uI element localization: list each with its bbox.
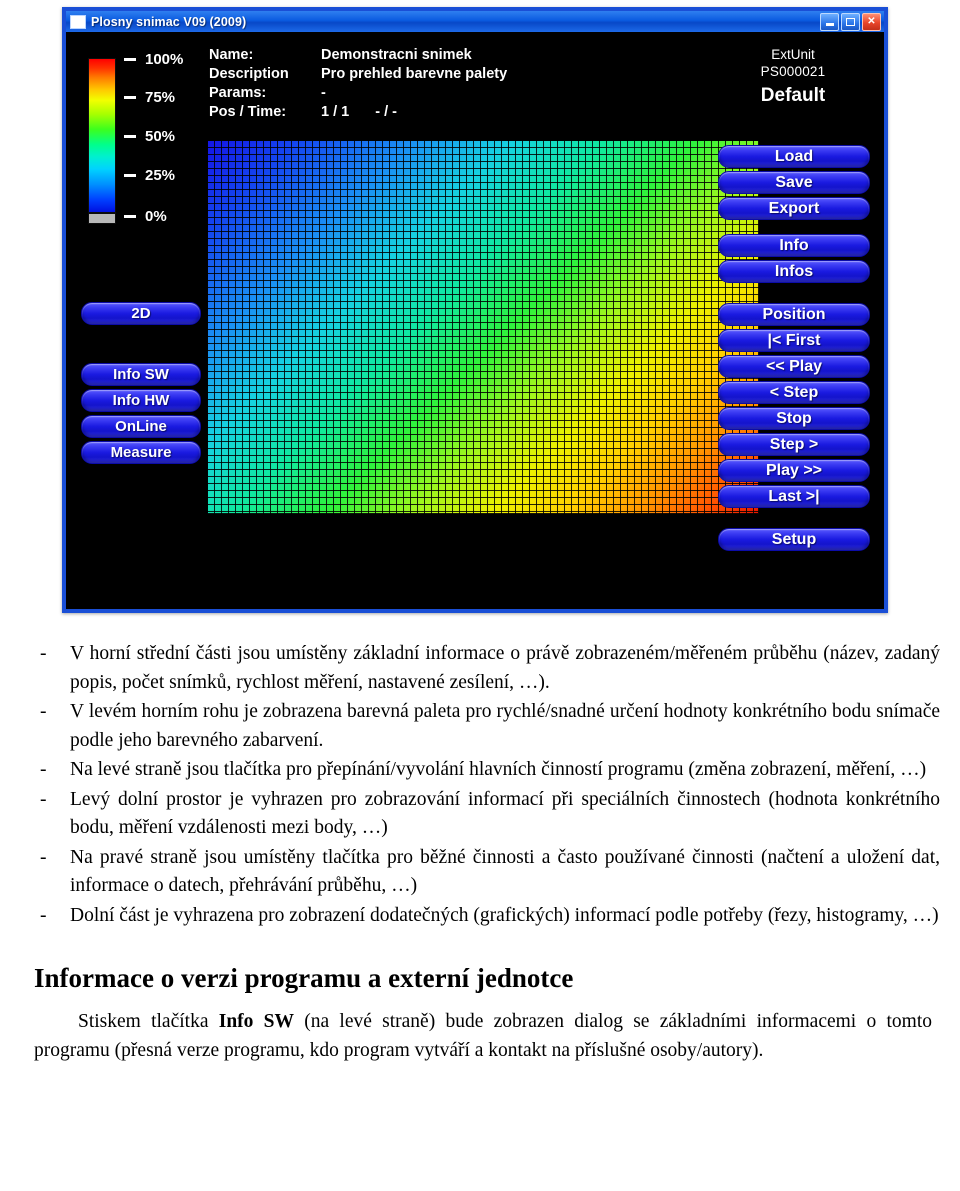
tick-dash-icon [124, 214, 136, 218]
button-last[interactable]: Last >| [718, 485, 870, 508]
palette-tick-0: 0% [124, 207, 167, 225]
tick-dash-icon [124, 95, 136, 99]
info-label-description: Description [209, 66, 289, 82]
info-row-name: Name: Demonstracni snimek [209, 46, 507, 65]
button-step-forward[interactable]: Step > [718, 433, 870, 456]
info-row-pos-time: Pos / Time: 1 / 1 - / - [209, 103, 507, 122]
tick-dash-icon [124, 134, 136, 138]
right-button-panel: Load Save Export Info Infos Position |< … [718, 145, 870, 554]
button-position[interactable]: Position [718, 303, 870, 326]
document-text: - V horní střední části jsou umístěny zá… [0, 640, 960, 1065]
palette-tick-label: 100% [145, 50, 184, 68]
button-export[interactable]: Export [718, 197, 870, 220]
list-item: - V horní střední části jsou umístěny zá… [20, 640, 940, 697]
button-infos[interactable]: Infos [718, 260, 870, 283]
minimize-button[interactable] [820, 13, 839, 31]
button-info[interactable]: Info [718, 234, 870, 257]
bullet-dash: - [40, 701, 47, 722]
bullet-dash: - [40, 788, 47, 810]
list-item-text: Levý dolní prostor je vyhrazen pro zobra… [70, 788, 940, 839]
list-item-text: V levém horním rohu je zobrazena barevná… [70, 701, 940, 751]
list-item-text: V horní střední části jsou umístěny zákl… [70, 643, 940, 693]
list-item: - Levý dolní prostor je vyhrazen pro zob… [20, 786, 940, 843]
window-controls: ✕ [820, 13, 881, 31]
paragraph-part-1: Stiskem tlačítka [78, 1011, 219, 1032]
button-save[interactable]: Save [718, 171, 870, 194]
ext-unit-label: ExtUnit [771, 47, 815, 62]
button-first[interactable]: |< First [718, 329, 870, 352]
button-stop[interactable]: Stop [718, 407, 870, 430]
ext-unit-serial: PS000021 [760, 64, 826, 79]
button-measure[interactable]: Measure [81, 441, 201, 464]
info-label-params: Params: [209, 85, 267, 101]
info-value-time: - / - [375, 104, 397, 120]
list-item: - V levém horním rohu je zobrazena barev… [20, 698, 940, 755]
section-paragraph: Stiskem tlačítka Info SW (na levé straně… [34, 1008, 932, 1065]
list-item-text: Na levé straně jsou tlačítka pro přepíná… [70, 759, 927, 780]
button-info-sw[interactable]: Info SW [81, 363, 201, 386]
info-value-pos: 1 / 1 [321, 104, 350, 120]
button-play-back[interactable]: << Play [718, 355, 870, 378]
list-item: - Na levé straně jsou tlačítka pro přepí… [20, 756, 940, 785]
palette-tick-100: 100% [124, 50, 184, 68]
info-row-description: Description Pro prehled barevne palety [209, 65, 507, 84]
palette-zero-swatch [88, 213, 116, 224]
close-button[interactable]: ✕ [862, 13, 881, 31]
ext-unit-header: ExtUnit PS000021 Default [718, 46, 868, 109]
section-heading: Informace o verzi programu a externí jed… [34, 963, 574, 993]
palette-tick-25: 25% [124, 166, 176, 184]
info-row-params: Params: - [209, 84, 507, 103]
info-value-name: Demonstracni snimek [321, 47, 472, 63]
palette-tick-50: 50% [124, 127, 176, 145]
info-label-name: Name: [209, 47, 254, 63]
info-value-description: Pro prehled barevne palety [321, 66, 508, 82]
info-value-pos-time: 1 / 1 - / - [321, 103, 397, 122]
list-item: - Na pravé straně jsou umístěny tlačítka… [20, 844, 940, 901]
bullet-dash: - [40, 643, 47, 664]
palette-tick-75: 75% [124, 88, 176, 106]
sensor-heatmap-grid[interactable] [207, 140, 759, 514]
info-label-pos-time: Pos / Time: [209, 104, 287, 120]
list-item-text: Na pravé straně jsou umístěny tlačítka p… [70, 846, 940, 897]
bullet-dash: - [40, 904, 47, 926]
left-button-panel: 2D Info SW Info HW OnLine Measure [81, 302, 201, 467]
window-title: Plosny snimac V09 (2009) [91, 14, 247, 29]
palette-tick-label: 25% [145, 166, 176, 184]
button-online[interactable]: OnLine [81, 415, 201, 438]
tick-dash-icon [124, 173, 136, 177]
palette-tick-label: 75% [145, 88, 176, 106]
button-info-hw[interactable]: Info HW [81, 389, 201, 412]
button-step-back[interactable]: < Step [718, 381, 870, 404]
application-window: Plosny snimac V09 (2009) ✕ 100% 75% 50% [62, 7, 888, 613]
bullet-dash: - [40, 846, 47, 868]
window-titlebar[interactable]: Plosny snimac V09 (2009) ✕ [66, 11, 884, 32]
tick-dash-icon [124, 57, 136, 61]
button-2d[interactable]: 2D [81, 302, 201, 325]
paragraph-bold-term: Info SW [218, 1011, 295, 1032]
palette-tick-label: 50% [145, 127, 176, 145]
button-play-forward[interactable]: Play >> [718, 459, 870, 482]
palette-tick-label: 0% [145, 207, 167, 225]
app-icon [70, 14, 86, 29]
window-body: 100% 75% 50% 25% 0% Name: Demonstracni s… [66, 32, 884, 609]
bullet-dash: - [40, 759, 47, 780]
button-load[interactable]: Load [718, 145, 870, 168]
capture-info-block: Name: Demonstracni snimek Description Pr… [209, 46, 507, 122]
ext-unit-profile: Default [760, 85, 826, 106]
maximize-button[interactable] [841, 13, 860, 31]
list-item: - Dolní část je vyhrazena pro zobrazení … [20, 902, 940, 931]
button-setup[interactable]: Setup [718, 528, 870, 551]
list-item-text: Dolní část je vyhrazena pro zobrazení do… [70, 904, 939, 926]
info-value-params: - [321, 85, 326, 101]
palette-gradient-bar [88, 58, 116, 213]
bullet-list: - V horní střední části jsou umístěny zá… [20, 640, 940, 930]
